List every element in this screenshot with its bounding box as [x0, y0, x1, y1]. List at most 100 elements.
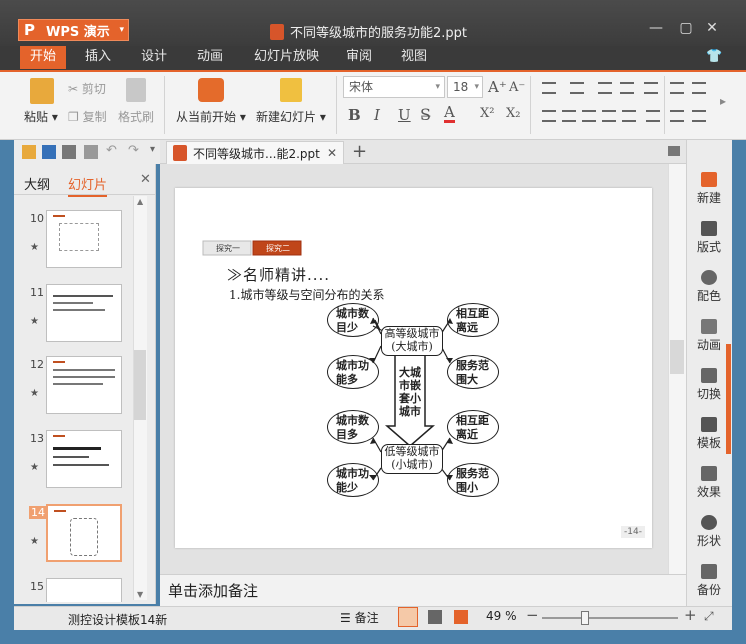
tab-home[interactable]: 开始	[20, 46, 67, 69]
toolbar-more-icon[interactable]: ▾	[150, 144, 155, 155]
open-folder-icon[interactable]	[22, 145, 36, 159]
text-box-icon[interactable]	[692, 82, 706, 94]
document-tab[interactable]: 不同等级城市...能2.ppt ✕	[166, 141, 344, 164]
slide-page-number: -14-	[621, 526, 645, 538]
save-icon[interactable]	[42, 145, 56, 159]
ribbon-divider	[164, 76, 165, 134]
zoom-slider-thumb[interactable]	[581, 611, 590, 625]
task-layout[interactable]: 版式	[686, 221, 732, 255]
tab-insert[interactable]: 插入	[75, 46, 121, 69]
close-panel-icon[interactable]: ✕	[140, 172, 151, 187]
tab-view[interactable]: 视图	[391, 46, 437, 69]
task-new[interactable]: 新建	[686, 172, 732, 206]
tab-review[interactable]: 审阅	[336, 46, 382, 69]
maximize-button[interactable]: ▢	[672, 18, 700, 38]
smartart-icon[interactable]	[692, 110, 706, 122]
oval-distance-far: 相互距 离远	[447, 303, 499, 337]
task-shapes[interactable]: 形状	[686, 515, 732, 549]
font-name-select[interactable]: 宋体 ▾	[343, 76, 445, 98]
minimize-button[interactable]: —	[642, 18, 670, 38]
slide-panel-scroll-thumb[interactable]	[134, 350, 146, 420]
task-animation[interactable]: 动画	[686, 319, 732, 353]
grow-font-icon[interactable]: A⁺	[488, 78, 507, 96]
hub-line: 高等级城市	[384, 327, 440, 340]
font-size-select[interactable]: 18 ▾	[447, 76, 483, 98]
close-tab-icon[interactable]: ✕	[327, 146, 337, 160]
task-template[interactable]: 模板	[686, 417, 732, 451]
slide-thumbnail-14[interactable]	[46, 504, 122, 562]
paste-button[interactable]: 粘贴 ▾	[24, 108, 58, 125]
ppt-file-icon	[270, 23, 284, 40]
justify-icon[interactable]	[602, 110, 616, 122]
new-slide-button[interactable]: 新建幻灯片 ▾	[256, 108, 326, 125]
decrease-indent-icon[interactable]	[598, 82, 612, 94]
numbered-list-icon[interactable]	[570, 82, 584, 94]
font-color-button[interactable]: A	[444, 104, 455, 123]
cut-button[interactable]: ✂ 剪切	[68, 80, 106, 97]
close-button[interactable]: ✕	[698, 18, 726, 38]
text-direction-icon[interactable]	[646, 110, 660, 122]
task-effects-label: 效果	[696, 485, 721, 499]
oval-service-range-small: 服务范 围小	[447, 463, 499, 497]
chevron-down-icon: ▾	[119, 25, 124, 35]
scroll-up-icon[interactable]: ▲	[137, 197, 143, 206]
increase-indent-icon[interactable]	[620, 82, 634, 94]
vertical-align-icon[interactable]	[670, 110, 684, 122]
palette-icon	[701, 270, 717, 285]
shrink-font-icon[interactable]: A⁻	[509, 80, 525, 95]
tab-design[interactable]: 设计	[131, 46, 177, 69]
strikethrough-icon[interactable]: S̶	[420, 105, 431, 124]
tab-outline[interactable]: 大纲	[24, 174, 50, 193]
redo-icon[interactable]: ↷	[128, 143, 139, 158]
skin-icon[interactable]: 👕	[706, 49, 722, 64]
tab-menu-icon[interactable]	[668, 146, 680, 156]
slide-number: 10	[30, 212, 44, 225]
superscript-button[interactable]: X²	[480, 106, 494, 121]
slideshow-icon[interactable]	[454, 610, 468, 624]
zoom-out-button[interactable]: −	[526, 606, 539, 624]
slide-thumbnail-13[interactable]	[46, 430, 122, 488]
notes-placeholder: 单击添加备注	[168, 582, 259, 600]
format-painter-button[interactable]: 格式刷	[118, 108, 154, 125]
slide-thumbnail-15[interactable]	[46, 578, 122, 602]
task-new-label: 新建	[696, 191, 721, 205]
task-color[interactable]: 配色	[686, 270, 732, 304]
normal-view-icon[interactable]	[398, 607, 418, 627]
distribute-icon[interactable]	[622, 110, 636, 122]
align-right-icon[interactable]	[582, 110, 596, 122]
align-center-icon[interactable]	[562, 110, 576, 122]
from-current-button[interactable]: 从当前开始 ▾	[176, 108, 246, 125]
print-preview-icon[interactable]	[84, 145, 98, 159]
tab-slideshow[interactable]: 幻灯片放映	[244, 46, 329, 69]
task-effects[interactable]: 效果	[686, 466, 732, 500]
app-menu-button[interactable]: P WPS 演示 ▾	[18, 19, 129, 41]
tab-animation[interactable]: 动画	[187, 46, 233, 69]
ribbon-scroll-right-icon[interactable]: ▸	[720, 94, 726, 108]
notes-toggle-button[interactable]: ☰ 备注	[340, 609, 379, 626]
notes-pane[interactable]: 单击添加备注	[160, 574, 686, 606]
undo-icon[interactable]: ↶	[106, 143, 117, 158]
scroll-down-icon[interactable]: ▼	[137, 590, 143, 599]
slide-canvas[interactable]: 探究一 探究二 ≫名师精讲.... 1.城市等级与空间分布的关系 高等级城市 (…	[175, 188, 652, 548]
print-icon[interactable]	[62, 145, 76, 159]
task-backup[interactable]: 备份	[686, 564, 732, 598]
slide-thumbnail-12[interactable]	[46, 356, 122, 414]
columns-icon[interactable]	[670, 82, 684, 94]
italic-button[interactable]: I	[374, 106, 380, 124]
fit-window-icon[interactable]: ⤢	[704, 609, 714, 624]
underline-button[interactable]: U	[398, 106, 411, 124]
align-left-icon[interactable]	[542, 110, 556, 122]
line-spacing-icon[interactable]	[644, 82, 658, 94]
task-transition[interactable]: 切换	[686, 368, 732, 402]
zoom-slider-track[interactable]	[542, 617, 678, 619]
editor-scroll-thumb[interactable]	[670, 340, 684, 374]
bullet-list-icon[interactable]	[542, 82, 556, 94]
slide-thumbnail-11[interactable]	[46, 284, 122, 342]
copy-button[interactable]: ❐ 复制	[68, 108, 107, 125]
new-tab-button[interactable]: +	[352, 141, 367, 162]
subscript-button[interactable]: X₂	[506, 106, 520, 121]
bold-button[interactable]: B	[348, 106, 361, 124]
zoom-in-button[interactable]: +	[684, 606, 697, 624]
slide-sorter-icon[interactable]	[428, 610, 442, 624]
slide-thumbnail-10[interactable]	[46, 210, 122, 268]
